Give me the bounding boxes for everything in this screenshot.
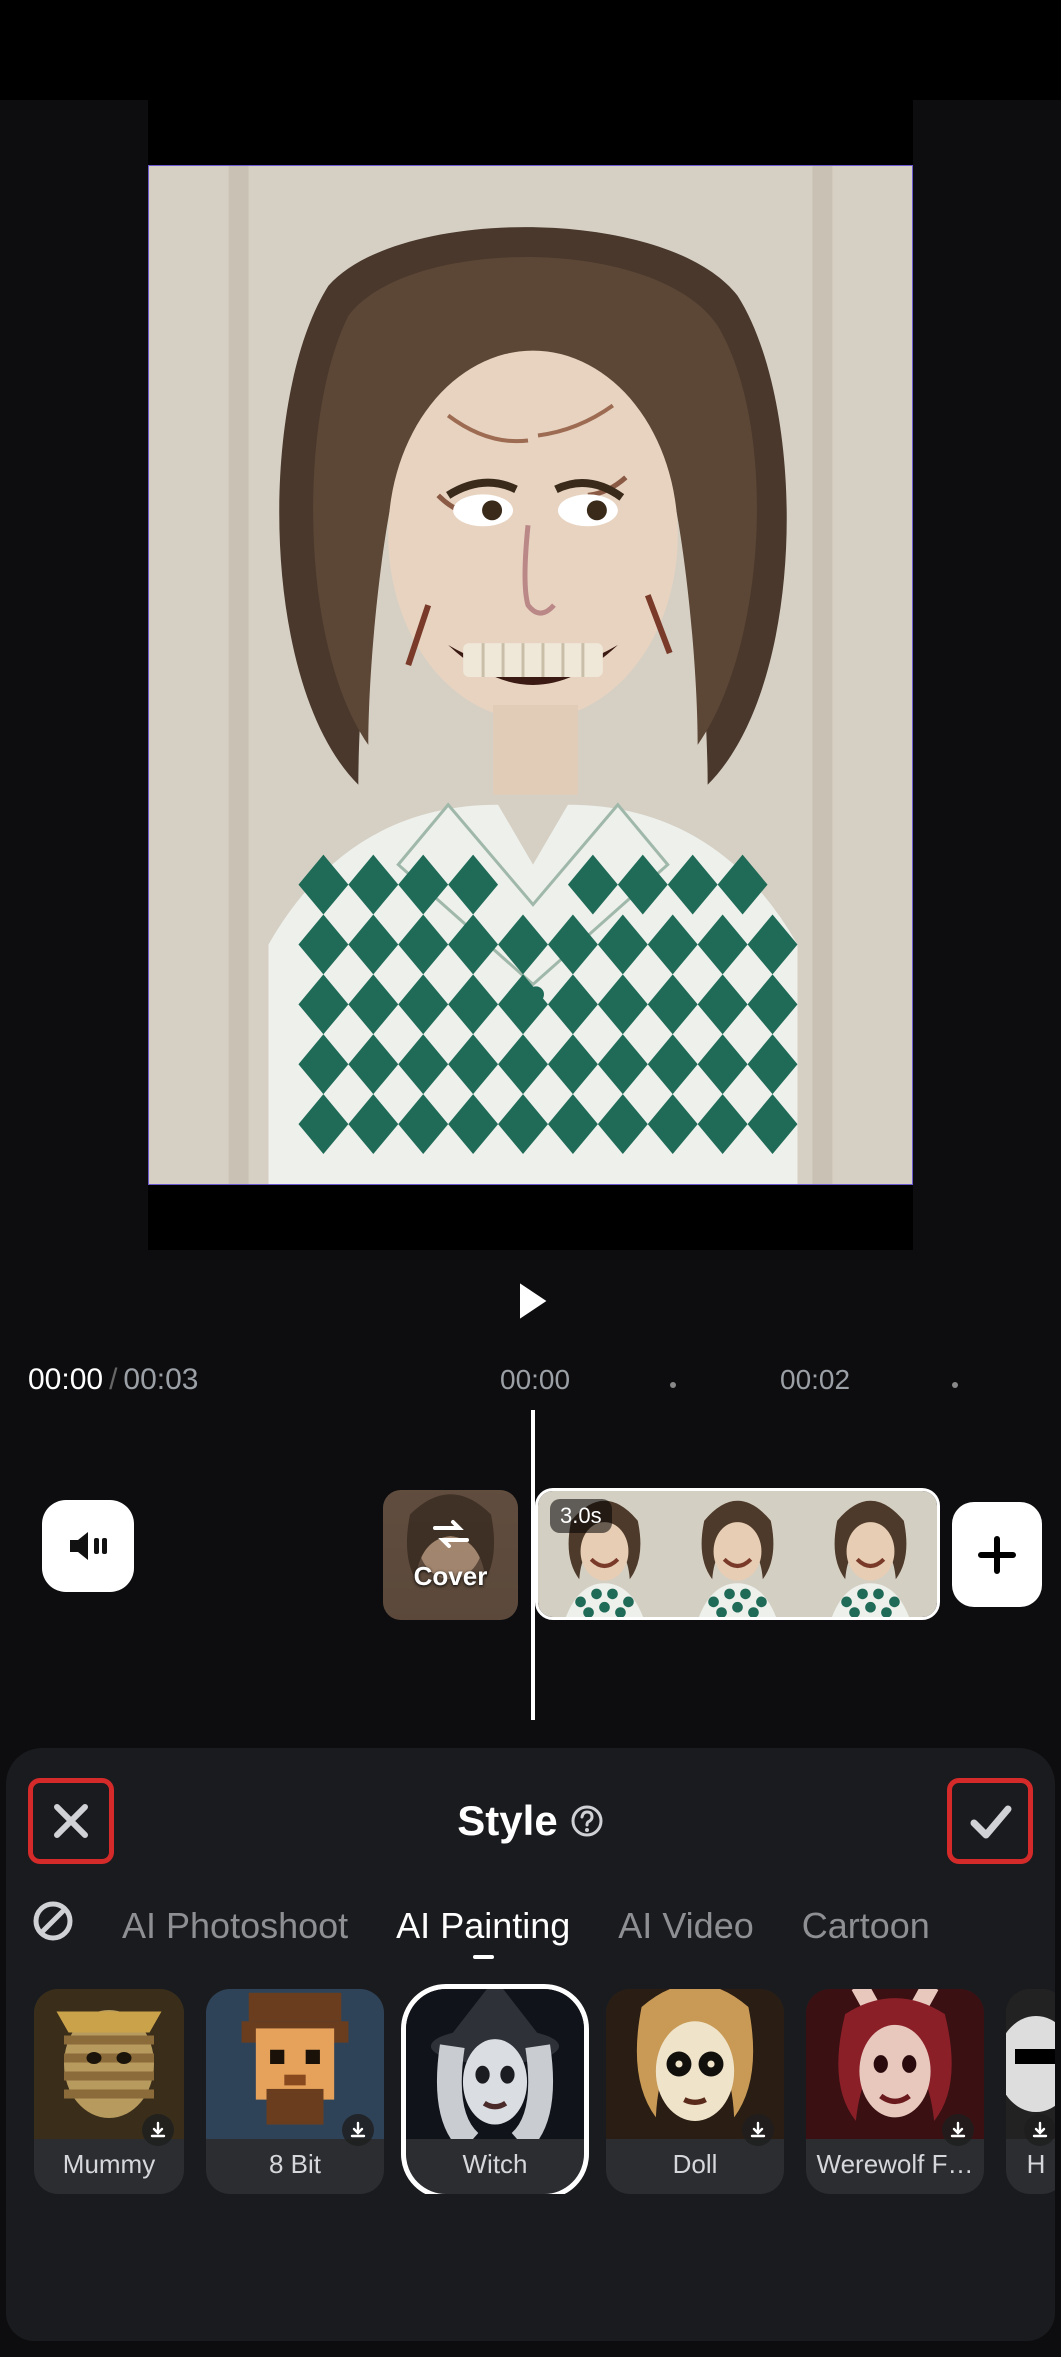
speaker-icon	[64, 1522, 112, 1570]
tab-ai-video[interactable]: AI Video	[618, 1905, 753, 1947]
preview-image[interactable]	[148, 165, 913, 1185]
style-list[interactable]: Mummy 8 Bit Witch Doll Werewolf F… H	[6, 1961, 1055, 2194]
ruler-dot	[952, 1382, 958, 1388]
check-icon	[962, 1793, 1018, 1849]
status-bar-spacer	[0, 0, 1061, 100]
time-total: 00:03	[123, 1363, 198, 1397]
download-icon	[942, 2114, 974, 2146]
cover-thumbnail[interactable]: Cover	[383, 1490, 518, 1620]
style-option-doll[interactable]: Doll	[606, 1989, 784, 2194]
swap-icon	[431, 1518, 471, 1557]
ruler-mark: 00:02	[780, 1364, 850, 1396]
cover-label: Cover	[414, 1561, 488, 1592]
style-label: Mummy	[34, 2139, 184, 2194]
plus-icon	[975, 1533, 1019, 1577]
playhead[interactable]	[531, 1410, 535, 1720]
close-icon	[45, 1795, 97, 1847]
style-label: H	[1006, 2139, 1055, 2194]
time-current: 00:00	[28, 1363, 103, 1397]
add-clip-button[interactable]	[952, 1502, 1042, 1607]
tab-ai-photoshoot[interactable]: AI Photoshoot	[122, 1905, 348, 1947]
download-icon	[742, 2114, 774, 2146]
panel-title-text: Style	[457, 1797, 557, 1845]
tab-cartoon[interactable]: Cartoon	[802, 1905, 930, 1947]
ruler-mark: 00:00	[500, 1364, 570, 1396]
style-option-werewolf-f-[interactable]: Werewolf F…	[806, 1989, 984, 2194]
style-option-8-bit[interactable]: 8 Bit	[206, 1989, 384, 2194]
style-label: 8 Bit	[206, 2139, 384, 2194]
audio-toggle-button[interactable]	[42, 1500, 134, 1592]
style-panel: Style AI Photoshoot AI Painting AI Video…	[6, 1748, 1055, 2341]
download-icon	[142, 2114, 174, 2146]
time-display: 00:00 / 00:03 00:00 00:02	[0, 1360, 1061, 1410]
tab-ai-painting[interactable]: AI Painting	[396, 1905, 570, 1947]
style-thumb	[406, 1989, 584, 2139]
clip-duration: 3.0s	[550, 1499, 612, 1533]
confirm-button[interactable]	[947, 1778, 1033, 1864]
download-icon	[1024, 2114, 1055, 2146]
video-clip[interactable]: 3.0s	[535, 1488, 940, 1620]
style-option-witch[interactable]: Witch	[406, 1989, 584, 2194]
style-option-mummy[interactable]: Mummy	[34, 1989, 184, 2194]
help-icon[interactable]	[570, 1804, 604, 1838]
style-option-h[interactable]: H	[1006, 1989, 1055, 2194]
no-style-button[interactable]	[32, 1900, 74, 1951]
timeline[interactable]: Cover 3.0s	[0, 1410, 1061, 1730]
preview-frame	[148, 100, 913, 1250]
ruler-dot	[670, 1382, 676, 1388]
style-label: Witch	[406, 2139, 584, 2194]
panel-title: Style	[457, 1797, 603, 1845]
style-category-tabs: AI Photoshoot AI Painting AI Video Carto…	[6, 1882, 1055, 1961]
style-label: Doll	[606, 2139, 784, 2194]
play-button[interactable]	[502, 1272, 560, 1330]
cancel-button[interactable]	[28, 1778, 114, 1864]
preview-area	[0, 100, 1061, 1250]
download-icon	[342, 2114, 374, 2146]
style-label: Werewolf F…	[806, 2139, 984, 2194]
